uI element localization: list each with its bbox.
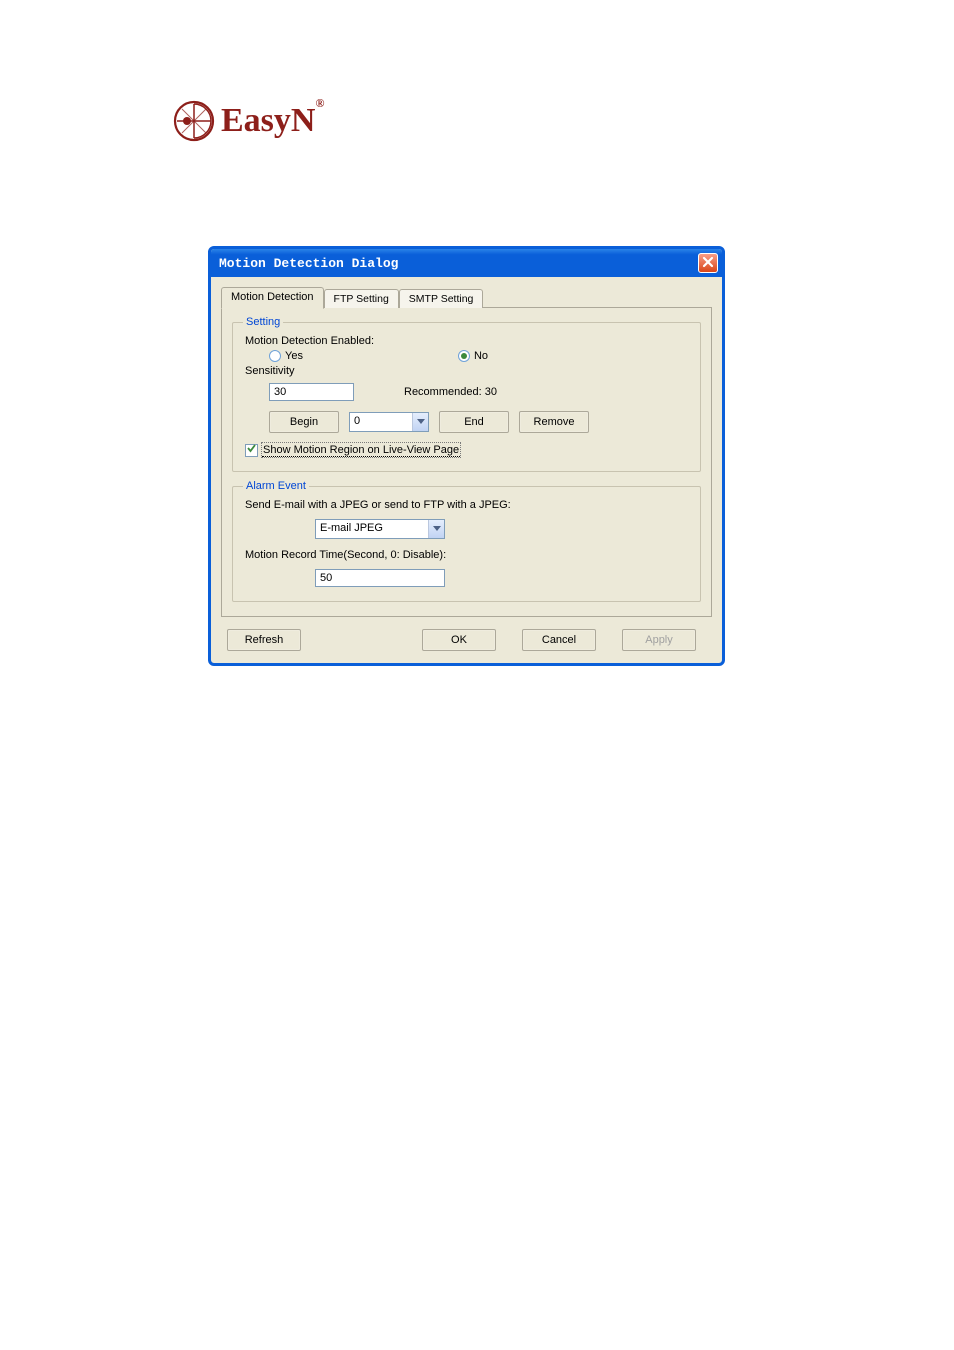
alarm-group: Alarm Event Send E-mail with a JPEG or s… (232, 486, 701, 602)
radio-no-label: No (474, 350, 488, 362)
radio-yes-label: Yes (285, 350, 303, 362)
record-label: Motion Record Time(Second, 0: Disable): (245, 549, 688, 561)
enabled-label: Motion Detection Enabled: (245, 335, 688, 347)
tab-content: Setting Motion Detection Enabled: Yes No… (221, 307, 712, 617)
chevron-down-icon (428, 520, 444, 538)
radio-icon (269, 350, 281, 362)
sensitivity-input[interactable] (269, 383, 354, 401)
dialog-title: Motion Detection Dialog (219, 256, 398, 271)
setting-legend: Setting (243, 316, 283, 328)
cancel-button[interactable]: Cancel (522, 629, 596, 651)
region-combo[interactable]: 0 (349, 412, 429, 432)
brand-icon (173, 100, 215, 142)
tab-motion-detection[interactable]: Motion Detection (221, 287, 324, 309)
motion-detection-dialog: Motion Detection Dialog Motion Detection… (208, 246, 725, 666)
region-value: 0 (350, 413, 412, 431)
close-button[interactable] (698, 253, 718, 273)
sensitivity-label: Sensitivity (245, 365, 688, 377)
check-icon (246, 443, 257, 457)
tab-strip: Motion Detection FTP Setting SMTP Settin… (221, 287, 712, 308)
chevron-down-icon (412, 413, 428, 431)
close-icon (701, 255, 715, 272)
send-method-combo[interactable]: E-mail JPEG (315, 519, 445, 539)
brand-logo: EasyN® (173, 100, 324, 142)
tab-smtp-setting[interactable]: SMTP Setting (399, 289, 484, 308)
recommended-label: Recommended: 30 (404, 386, 497, 398)
radio-no[interactable]: No (458, 350, 488, 362)
refresh-button[interactable]: Refresh (227, 629, 301, 651)
setting-group: Setting Motion Detection Enabled: Yes No… (232, 322, 701, 472)
radio-yes[interactable]: Yes (269, 350, 303, 362)
send-method-value: E-mail JPEG (316, 520, 428, 538)
record-time-input[interactable] (315, 569, 445, 587)
ok-button[interactable]: OK (422, 629, 496, 651)
titlebar[interactable]: Motion Detection Dialog (211, 249, 722, 277)
dialog-footer: Refresh OK Cancel Apply (221, 617, 712, 651)
show-region-label[interactable]: Show Motion Region on Live-View Page (262, 443, 460, 457)
tab-ftp-setting[interactable]: FTP Setting (324, 289, 399, 308)
radio-icon (458, 350, 470, 362)
begin-button[interactable]: Begin (269, 411, 339, 433)
end-button[interactable]: End (439, 411, 509, 433)
apply-button[interactable]: Apply (622, 629, 696, 651)
brand-name: EasyN® (221, 102, 324, 140)
remove-button[interactable]: Remove (519, 411, 589, 433)
show-region-checkbox[interactable] (245, 444, 258, 457)
send-label: Send E-mail with a JPEG or send to FTP w… (245, 499, 688, 511)
alarm-legend: Alarm Event (243, 480, 309, 492)
